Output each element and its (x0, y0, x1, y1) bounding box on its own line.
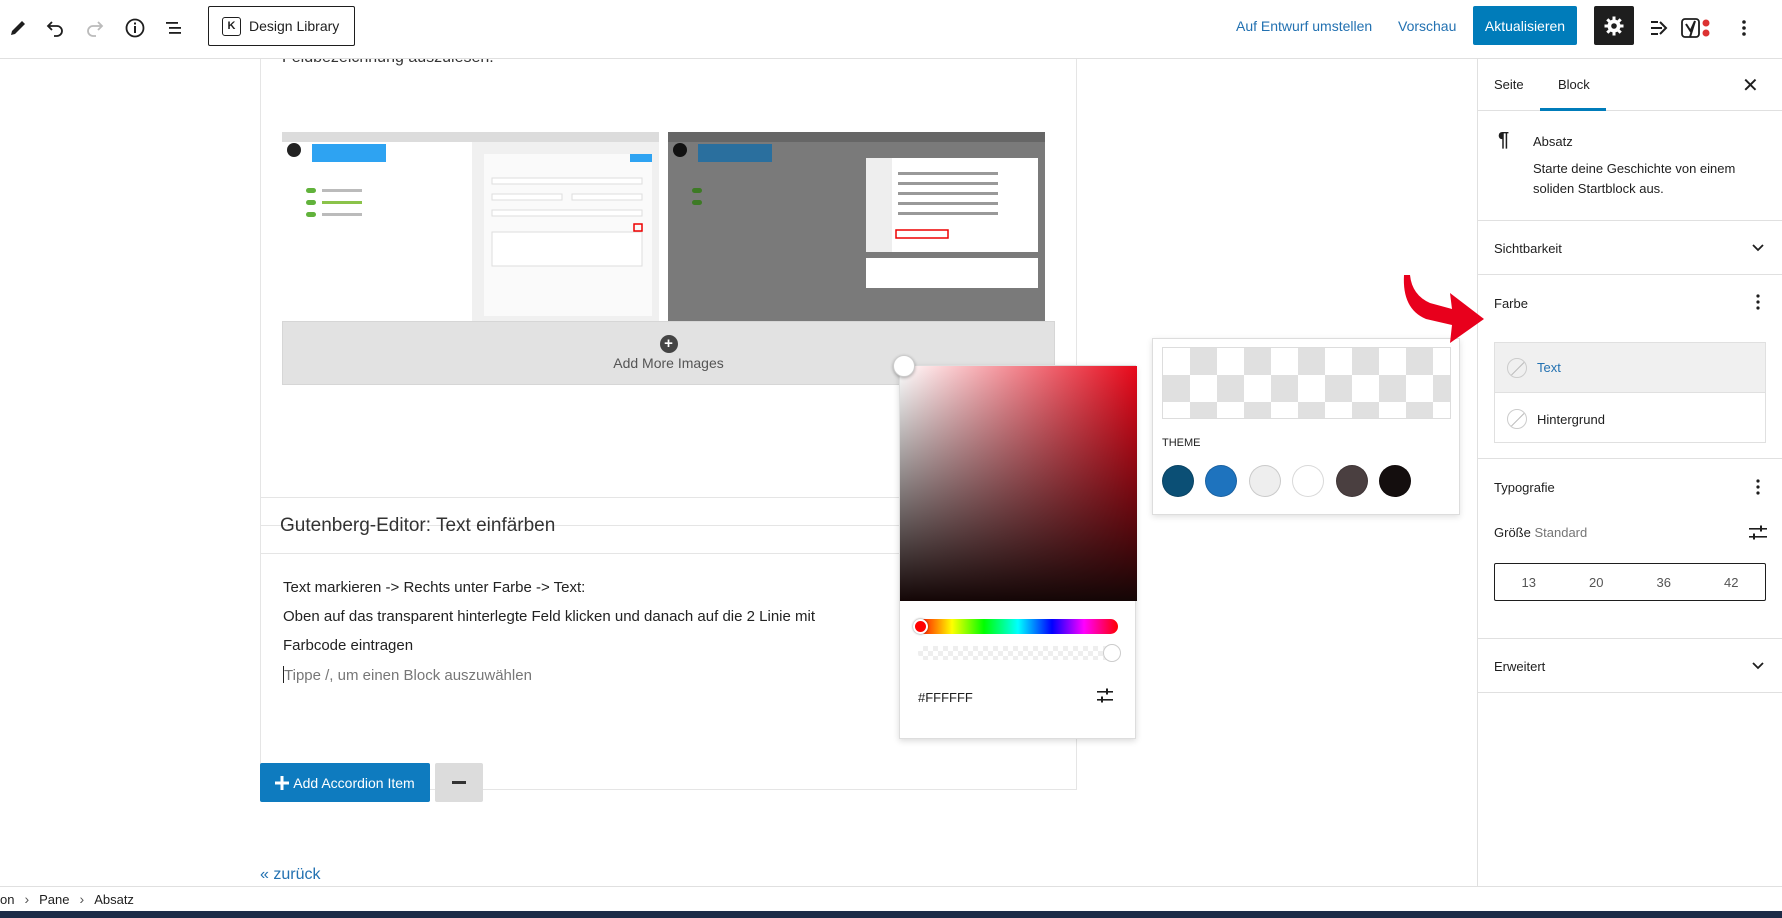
minus-icon (452, 780, 466, 784)
paragraph-2[interactable]: Oben auf das transparent hinterlegte Fel… (283, 608, 815, 625)
cut-off-paragraph[interactable]: Feldbezeichnung auszulesen. (282, 59, 494, 67)
background-color-indicator (1507, 409, 1527, 429)
redo-icon[interactable] (77, 10, 113, 46)
chevron-right-icon: › (24, 891, 30, 907)
gallery-image-2[interactable] (668, 132, 1045, 324)
yoast-seo-icon[interactable] (1679, 10, 1715, 46)
font-size-picker: 13 20 36 42 (1494, 563, 1766, 601)
text-color-indicator (1507, 357, 1527, 378)
advanced-panel[interactable]: Erweitert (1478, 639, 1782, 693)
theme-swatch-2[interactable] (1205, 465, 1237, 497)
empty-paragraph[interactable]: Tippe /, um einen Block auszuwählen (283, 666, 532, 684)
font-size-label: Größe Standard (1494, 525, 1587, 540)
alpha-slider[interactable] (918, 646, 1118, 660)
breadcrumb-item[interactable]: on (0, 892, 14, 907)
size-label: Größe (1494, 525, 1531, 540)
size-value: Standard (1534, 525, 1588, 540)
color-item-background[interactable]: Hintergrund (1495, 394, 1765, 444)
font-size-option[interactable]: 20 (1563, 564, 1631, 600)
font-size-option[interactable]: 42 (1698, 564, 1766, 600)
back-link[interactable]: « zurück (260, 866, 320, 884)
kadence-logo-icon: K (222, 16, 241, 36)
hue-slider-handle[interactable] (913, 619, 928, 634)
tab-block[interactable]: Block (1558, 77, 1590, 92)
chevron-right-icon: › (79, 891, 85, 907)
tab-page[interactable]: Seite (1494, 77, 1524, 92)
edit-pencil-icon[interactable] (0, 10, 36, 46)
paragraph-icon: ¶ (1498, 129, 1510, 151)
color-palette-popover: THEME (1152, 338, 1460, 515)
color-format-toggle[interactable] (1095, 686, 1115, 711)
hex-value[interactable]: #FFFFFF (918, 690, 973, 705)
color-picker-popover: #FFFFFF (899, 365, 1137, 739)
color-item-text-label: Text (1537, 360, 1561, 375)
advanced-label: Erweitert (1494, 659, 1546, 674)
theme-palette-label: THEME (1162, 437, 1201, 449)
preview-button[interactable]: Vorschau (1398, 18, 1456, 34)
typography-label: Typografie (1494, 480, 1555, 495)
theme-swatch-6[interactable] (1379, 465, 1411, 497)
add-accordion-item-button[interactable]: Add Accordion Item (260, 763, 430, 802)
breadcrumb-item[interactable]: Absatz (94, 892, 134, 907)
paragraph-1[interactable]: Text markieren -> Rechts unter Farbe -> … (283, 579, 585, 596)
font-size-option[interactable]: 13 (1495, 564, 1563, 600)
info-icon[interactable] (117, 10, 153, 46)
visibility-panel[interactable]: Sichtbarkeit (1478, 221, 1782, 275)
color-settings-list: Text Hintergrund (1494, 342, 1766, 443)
typography-panel: Typografie Größe Standard (1478, 459, 1782, 639)
switch-to-draft-button[interactable]: Auf Entwurf umstellen (1236, 18, 1372, 34)
block-title: Absatz (1533, 134, 1573, 149)
editor-window: K Design Library Auf Entwurf umstellen V… (0, 0, 1782, 918)
breadcrumb-item[interactable]: Pane (39, 892, 69, 907)
color-options-icon[interactable] (1750, 292, 1766, 312)
current-color-preview[interactable] (1162, 347, 1451, 419)
design-library-button[interactable]: K Design Library (208, 6, 355, 46)
add-more-images-label: Add More Images (613, 355, 724, 371)
gear-icon (1604, 16, 1624, 35)
theme-swatch-4[interactable] (1292, 465, 1324, 497)
custom-size-sliders-icon[interactable] (1747, 523, 1769, 543)
settings-button[interactable] (1594, 6, 1634, 45)
annotation-arrow (1403, 275, 1484, 343)
block-description: Starte deine Geschichte von einem solide… (1533, 161, 1736, 196)
block-card: ¶ Absatz Starte deine Geschichte von ein… (1478, 111, 1782, 221)
color-item-text[interactable]: Text (1495, 343, 1765, 393)
chevron-down-icon (1752, 662, 1764, 670)
gallery-image-1[interactable] (282, 132, 659, 324)
sidebar-tabs: Seite Block ✕ (1478, 59, 1782, 111)
taskbar-strip (0, 911, 1782, 918)
block-placeholder: Tippe /, um einen Block auszuwählen (284, 667, 532, 684)
block-breadcrumb: on › Pane › Absatz (0, 886, 1782, 911)
saturation-area[interactable] (900, 366, 1137, 601)
add-accordion-item-label: Add Accordion Item (293, 774, 415, 791)
settings-sidebar: Seite Block ✕ ¶ Absatz Starte deine Gesc… (1477, 59, 1782, 886)
undo-icon[interactable] (37, 10, 73, 46)
hue-slider[interactable] (918, 619, 1118, 634)
plus-circle-icon: + (659, 335, 678, 353)
paragraph-3[interactable]: Farbcode eintragen (283, 637, 413, 654)
design-library-label: Design Library (249, 18, 340, 34)
font-size-option[interactable]: 36 (1630, 564, 1698, 600)
remove-accordion-item-button[interactable] (435, 763, 483, 802)
color-label: Farbe (1494, 296, 1528, 311)
alpha-slider-handle[interactable] (1103, 644, 1121, 662)
theme-swatch-1[interactable] (1162, 465, 1194, 497)
typography-options-icon[interactable] (1750, 477, 1766, 497)
sliders-icon (1097, 688, 1113, 703)
top-toolbar: K Design Library Auf Entwurf umstellen V… (0, 0, 1782, 59)
visibility-label: Sichtbarkeit (1494, 241, 1562, 256)
saturation-handle[interactable] (893, 355, 915, 377)
theme-swatch-5[interactable] (1336, 465, 1368, 497)
theme-swatch-3[interactable] (1249, 465, 1281, 497)
plus-icon (275, 775, 290, 790)
more-options-icon[interactable] (1726, 10, 1762, 46)
update-button[interactable]: Aktualisieren (1473, 6, 1577, 45)
chevron-down-icon (1752, 244, 1764, 252)
list-view-icon[interactable] (156, 10, 192, 46)
close-sidebar-icon[interactable]: ✕ (1742, 73, 1759, 98)
color-item-background-label: Hintergrund (1537, 411, 1605, 427)
kadence-controls-icon[interactable] (1641, 10, 1677, 46)
